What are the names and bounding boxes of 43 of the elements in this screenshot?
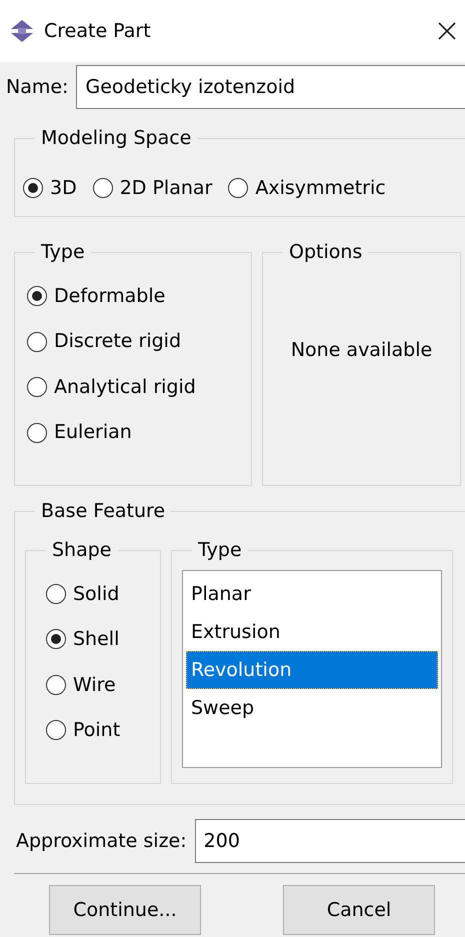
type-list[interactable]: Planar Extrusion Revolution Sweep xyxy=(182,570,442,768)
radio-button[interactable] xyxy=(23,178,43,198)
radio-option[interactable]: Point xyxy=(46,716,150,745)
group-title: Modeling Space xyxy=(40,127,192,150)
field-label: Name: xyxy=(6,74,68,100)
list-item[interactable]: Planar xyxy=(186,574,438,613)
field-label: Approximate size: xyxy=(16,828,187,854)
radio-button[interactable] xyxy=(27,377,47,398)
radio-option[interactable]: Deformable xyxy=(27,282,241,310)
group-title: Base Feature xyxy=(40,500,166,523)
size-field[interactable]: 200 xyxy=(194,819,465,863)
group-title: Options xyxy=(288,241,364,264)
radio-button[interactable] xyxy=(46,584,66,604)
radio-button[interactable] xyxy=(27,286,47,306)
radio-button[interactable] xyxy=(46,629,66,650)
radio-button[interactable] xyxy=(27,422,47,443)
radio-option[interactable]: Shell xyxy=(46,625,150,654)
radio-button[interactable] xyxy=(46,720,66,740)
radio-button[interactable] xyxy=(27,332,47,352)
list-item[interactable]: Extrusion xyxy=(186,612,438,651)
list-item[interactable]: Revolution xyxy=(186,650,438,689)
radio-option[interactable]: Analytical rigid xyxy=(27,372,241,402)
radio-option[interactable]: Discrete rigid xyxy=(27,327,241,356)
app-icon xyxy=(10,19,34,43)
radio-option[interactable]: Solid xyxy=(46,580,150,608)
radio-button[interactable] xyxy=(92,178,113,198)
group-title: Type xyxy=(197,538,243,562)
options-message: None available xyxy=(290,338,434,363)
dialog-button[interactable]: Cancel xyxy=(283,885,435,935)
group-title: Type xyxy=(40,241,86,264)
radio-option[interactable]: Eulerian xyxy=(27,418,241,447)
dialog-button[interactable]: Continue... xyxy=(49,885,201,935)
radio-button[interactable] xyxy=(228,178,248,198)
group-title: Shape xyxy=(51,538,112,562)
window-title: Create Part xyxy=(44,18,151,44)
name-field[interactable]: Geodeticky izotenzoid xyxy=(76,65,465,109)
radio-option[interactable]: 3D xyxy=(23,174,77,202)
close-button[interactable] xyxy=(437,21,457,41)
radio-button[interactable] xyxy=(46,674,66,695)
radio-option[interactable]: Axisymmetric xyxy=(228,174,386,202)
radio-option[interactable]: 2D Planar xyxy=(92,174,212,202)
list-item[interactable]: Sweep xyxy=(186,688,438,727)
radio-option[interactable]: Wire xyxy=(46,670,150,700)
